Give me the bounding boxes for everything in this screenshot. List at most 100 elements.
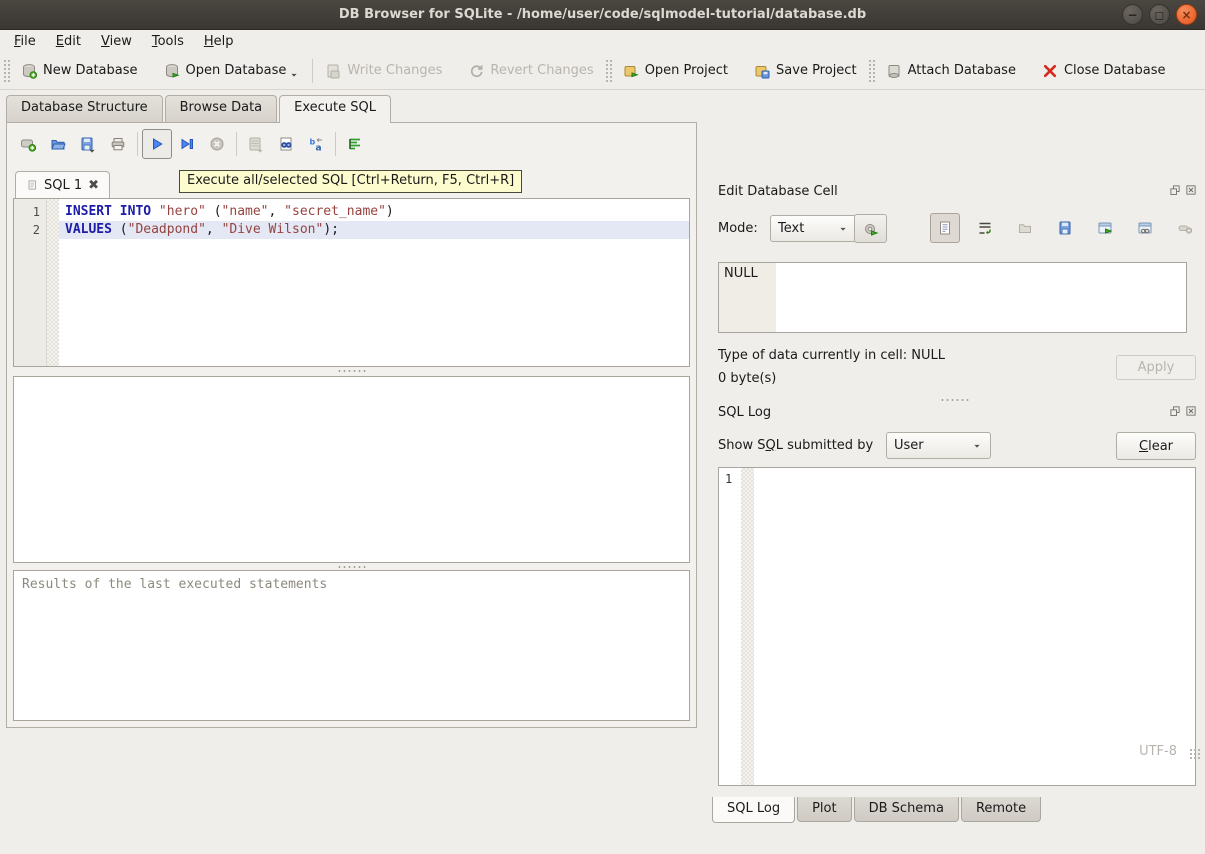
caret-down-icon[interactable] xyxy=(288,69,300,81)
replace-button[interactable]: ba xyxy=(301,129,331,159)
close-database-button[interactable]: Close Database xyxy=(1034,58,1174,84)
word-wrap-button[interactable] xyxy=(970,213,1000,243)
close-panel-icon[interactable] xyxy=(1185,184,1197,196)
toolbar-drag-handle[interactable] xyxy=(868,59,875,83)
revert-changes-label: Revert Changes xyxy=(490,63,593,78)
clear-log-button[interactable]: Clear xyxy=(1116,432,1196,460)
import-data-button[interactable] xyxy=(854,214,887,243)
save-cell-button[interactable] xyxy=(1050,213,1080,243)
results-log: Results of the last executed statements xyxy=(13,570,690,721)
main-toolbar: New Database Open Database Write Changes… xyxy=(0,52,1205,90)
sql-log-view[interactable]: 1 xyxy=(718,467,1196,786)
tab-execute-sql[interactable]: Execute SQL xyxy=(279,95,391,123)
execute-line-button[interactable] xyxy=(172,129,202,159)
dock-splitter[interactable] xyxy=(940,398,970,402)
svg-text:a: a xyxy=(316,144,322,153)
menu-help[interactable]: Help xyxy=(194,32,244,51)
sql-log-title: SQL Log xyxy=(718,405,771,420)
find-icon xyxy=(278,136,294,152)
sql-code-editor[interactable]: 1 2 INSERT INTO "hero" ("name", "secret_… xyxy=(13,198,690,367)
editor-splitter[interactable] xyxy=(13,368,690,374)
right-dock: Edit Database Cell Mode: Text NULL T xyxy=(712,180,1199,854)
toggle-null-button xyxy=(1170,213,1200,243)
new-database-icon xyxy=(21,63,37,79)
write-changes-button: Write Changes xyxy=(317,58,450,84)
dock-tab-bar: SQL Log Plot DB Schema Remote xyxy=(712,797,1043,823)
menubar: File Edit View Tools Help xyxy=(0,30,1205,52)
open-sql-file-icon xyxy=(50,136,66,152)
format-sql-icon xyxy=(347,136,363,152)
cell-value-editor[interactable]: NULL xyxy=(718,262,1187,333)
close-database-label: Close Database xyxy=(1064,63,1166,78)
dock-tab-plot[interactable]: Plot xyxy=(797,797,852,822)
open-project-label: Open Project xyxy=(645,63,728,78)
text-mode-button[interactable] xyxy=(930,213,960,243)
sql-doc-icon xyxy=(26,179,38,191)
maximize-button[interactable]: ◻ xyxy=(1149,4,1170,25)
save-sql-file-button[interactable] xyxy=(73,129,103,159)
new-database-button[interactable]: New Database xyxy=(13,58,146,84)
code-area[interactable]: INSERT INTO "hero" ("name", "secret_name… xyxy=(59,199,689,366)
sql-1-tab[interactable]: SQL 1 ✖ xyxy=(15,171,110,198)
print-sql-button[interactable] xyxy=(103,129,133,159)
toolbar-drag-handle[interactable] xyxy=(3,59,10,83)
replace-icon: ba xyxy=(308,136,324,152)
minimize-button[interactable]: − xyxy=(1122,4,1143,25)
link-cell-button[interactable] xyxy=(1130,213,1160,243)
new-sql-tab-button[interactable] xyxy=(13,129,43,159)
main-area: Database Structure Browse Data Execute S… xyxy=(0,90,1205,764)
cell-edit-area[interactable] xyxy=(776,263,1186,332)
menu-edit[interactable]: Edit xyxy=(46,32,91,51)
open-project-button[interactable]: Open Project xyxy=(615,58,736,84)
menu-file[interactable]: File xyxy=(4,32,46,51)
save-project-button[interactable]: Save Project xyxy=(746,58,865,84)
find-button[interactable] xyxy=(271,129,301,159)
open-database-button[interactable]: Open Database xyxy=(156,56,309,86)
float-panel-icon[interactable] xyxy=(1169,184,1181,196)
open-sql-file-button[interactable] xyxy=(43,129,73,159)
cell-size-info: 0 byte(s) xyxy=(718,371,776,386)
menu-view[interactable]: View xyxy=(91,32,142,51)
resize-grip[interactable] xyxy=(1189,748,1201,760)
save-cell-icon xyxy=(1057,220,1073,236)
toggle-disabled-icon xyxy=(1177,220,1193,236)
line-number: 2 xyxy=(14,221,46,239)
caret-down-icon xyxy=(971,440,983,452)
cell-type-info: Type of data currently in cell: NULL xyxy=(718,348,945,363)
save-results-button xyxy=(241,129,271,159)
caret-down-icon xyxy=(254,145,266,157)
close-database-icon xyxy=(1042,63,1058,79)
cell-editor-toolbar xyxy=(930,213,1205,243)
save-project-icon xyxy=(754,63,770,79)
close-panel-icon[interactable] xyxy=(1185,405,1197,417)
attach-database-button[interactable]: Attach Database xyxy=(878,58,1024,84)
attach-database-icon xyxy=(886,63,902,79)
apply-button: Apply xyxy=(1116,355,1196,380)
tab-browse-data[interactable]: Browse Data xyxy=(165,95,278,122)
dock-tab-sql-log[interactable]: SQL Log xyxy=(712,797,795,823)
window-title: DB Browser for SQLite - /home/user/code/… xyxy=(339,7,866,22)
menu-tools[interactable]: Tools xyxy=(142,32,194,51)
code-line-2: VALUES ("Deadpond", "Dive Wilson"); xyxy=(59,221,689,239)
log-text-area[interactable] xyxy=(754,468,1195,785)
results-grid[interactable] xyxy=(13,376,690,563)
write-changes-icon xyxy=(325,63,341,79)
mode-value: Text xyxy=(778,221,804,236)
format-sql-button[interactable] xyxy=(340,129,370,159)
log-filter-combobox[interactable]: User xyxy=(886,432,991,459)
dock-tab-remote[interactable]: Remote xyxy=(961,797,1041,822)
close-button[interactable]: × xyxy=(1176,4,1197,25)
save-project-label: Save Project xyxy=(776,63,857,78)
log-filter-value: User xyxy=(894,438,924,453)
open-cell-button xyxy=(1010,213,1040,243)
execute-tooltip: Execute all/selected SQL [Ctrl+Return, F… xyxy=(179,170,522,193)
float-panel-icon[interactable] xyxy=(1169,405,1181,417)
execute-all-button[interactable] xyxy=(142,129,172,159)
mode-combobox[interactable]: Text xyxy=(770,215,857,242)
close-tab-icon[interactable]: ✖ xyxy=(88,178,99,193)
revert-changes-button: Revert Changes xyxy=(460,58,601,84)
export-cell-button[interactable] xyxy=(1090,213,1120,243)
dock-tab-db-schema[interactable]: DB Schema xyxy=(854,797,959,822)
toolbar-drag-handle[interactable] xyxy=(605,59,612,83)
tab-database-structure[interactable]: Database Structure xyxy=(6,95,163,122)
